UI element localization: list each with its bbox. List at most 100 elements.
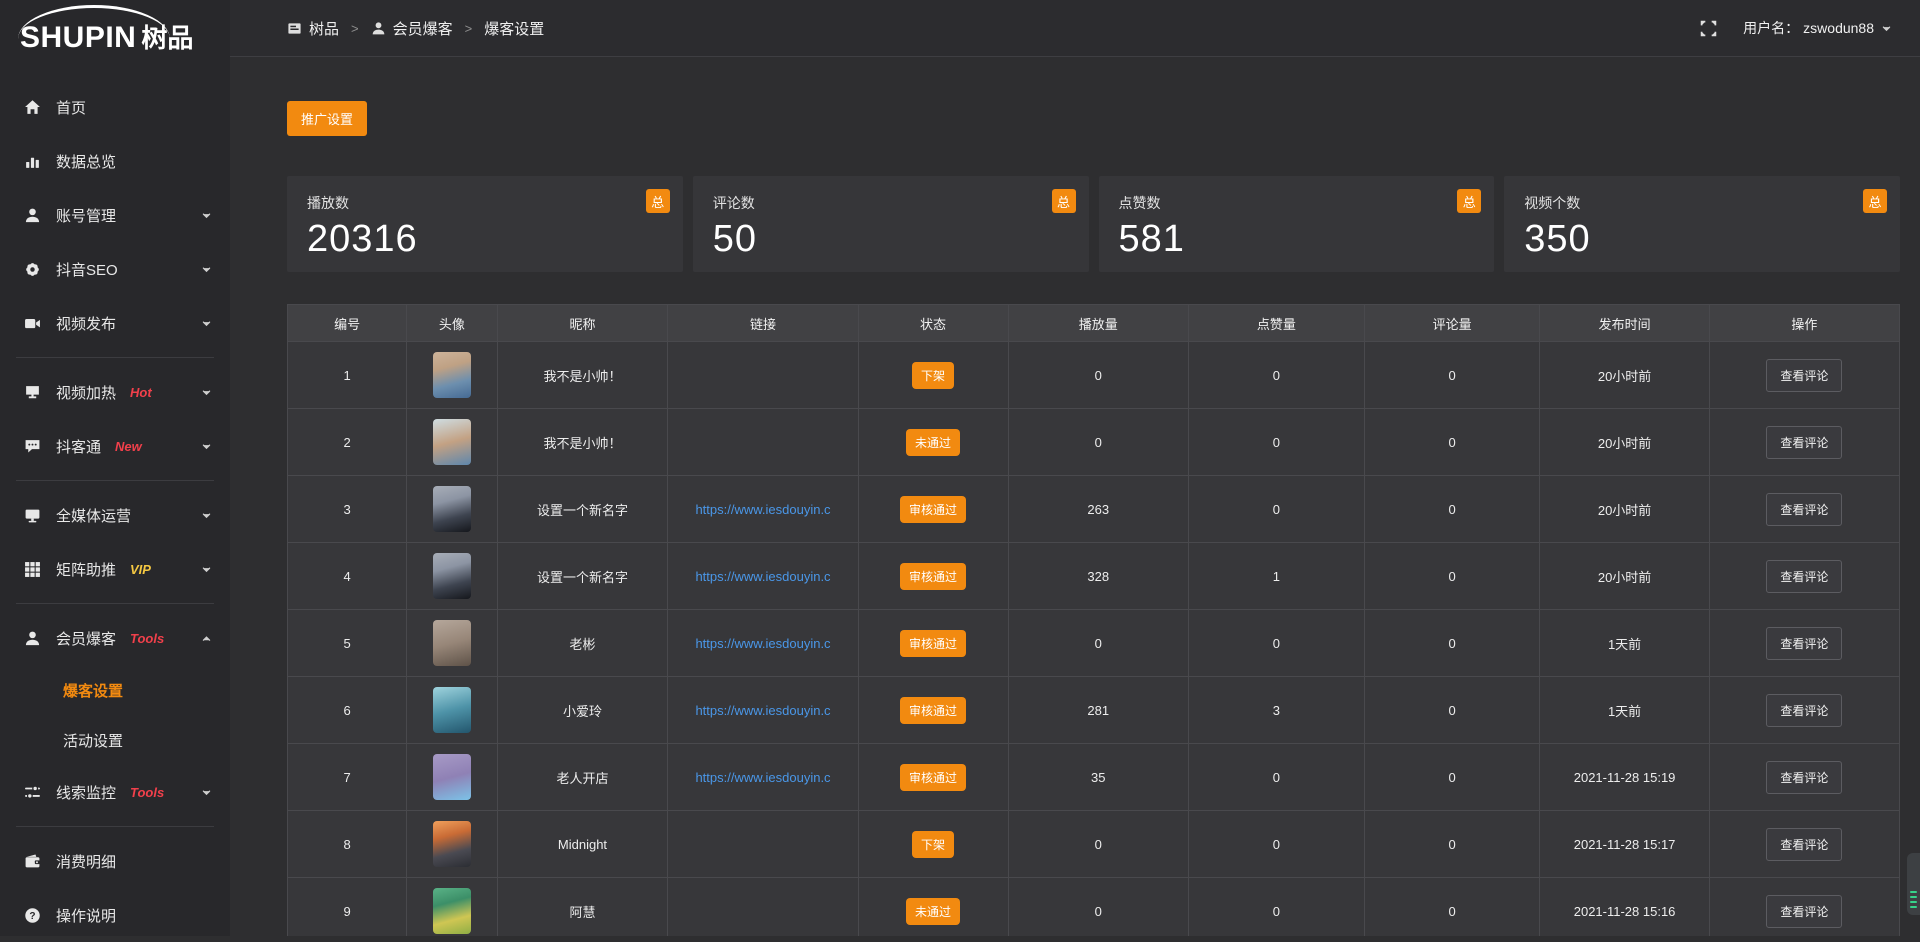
stat-cards: 播放数 20316 总 评论数 50 总 点赞数 581 总 视频个数 350 …	[287, 176, 1900, 272]
sidebar-item-9[interactable]: 全媒体运营	[0, 488, 230, 542]
cell-action: 查看评论	[1709, 610, 1899, 677]
video-link[interactable]: https://www.iesdouyin.c	[695, 770, 830, 785]
floating-widget[interactable]	[1907, 853, 1920, 915]
cell-comments: 0	[1364, 409, 1540, 476]
video-link[interactable]: https://www.iesdouyin.c	[695, 636, 830, 651]
cell-nickname: 我不是小帅！	[497, 409, 668, 476]
sidebar-item-label: 消费明细	[56, 851, 116, 872]
cell-status: 审核通过	[858, 476, 1008, 543]
cell-action: 查看评论	[1709, 677, 1899, 744]
cell-publish-time: 1天前	[1540, 610, 1709, 677]
view-comments-button[interactable]: 查看评论	[1766, 359, 1842, 392]
svg-text:?: ?	[29, 910, 35, 921]
cell-link: https://www.iesdouyin.c	[668, 744, 858, 811]
username: zswodun88	[1803, 20, 1874, 36]
status-badge: 未通过	[906, 898, 960, 925]
cell-publish-time: 20小时前	[1540, 476, 1709, 543]
chevron-down-icon	[201, 318, 212, 329]
cell-plays: 0	[1008, 878, 1189, 937]
sidebar-item-6[interactable]: 视频加热 Hot	[0, 365, 230, 419]
breadcrumb-item-0[interactable]: 树品	[287, 18, 339, 39]
view-comments-button[interactable]: 查看评论	[1766, 560, 1842, 593]
sidebar-item-18[interactable]: ? 操作说明	[0, 888, 230, 942]
avatar	[433, 486, 471, 532]
home-icon	[24, 99, 41, 116]
sidebar-item-7[interactable]: 抖客通 New	[0, 419, 230, 473]
column-header: 昵称	[497, 305, 668, 342]
avatar	[433, 419, 471, 465]
sidebar-subitem-label: 活动设置	[63, 730, 123, 751]
chevron-down-icon	[201, 387, 212, 398]
sidebar-item-15[interactable]: 线索监控 Tools	[0, 765, 230, 819]
cell-action: 查看评论	[1709, 744, 1899, 811]
stat-card-value: 350	[1524, 218, 1880, 261]
column-header: 点赞量	[1189, 305, 1365, 342]
stat-card-1: 评论数 50 总	[693, 176, 1089, 272]
cell-plays: 0	[1008, 811, 1189, 878]
cell-nickname: 设置一个新名字	[497, 476, 668, 543]
column-header: 发布时间	[1540, 305, 1709, 342]
sidebar-item-17[interactable]: 消费明细	[0, 834, 230, 888]
fullscreen-icon[interactable]	[1700, 20, 1717, 37]
promo-settings-button[interactable]: 推广设置	[287, 101, 367, 136]
sidebar-subitem-13[interactable]: 爆客设置	[0, 665, 230, 715]
table-row-7: 7 老人开店 https://www.iesdouyin.c 审核通过 35 0…	[288, 744, 1900, 811]
video-link[interactable]: https://www.iesdouyin.c	[695, 569, 830, 584]
cell-link	[668, 342, 858, 409]
view-comments-button[interactable]: 查看评论	[1766, 493, 1842, 526]
table-header-row: 编号头像昵称链接状态播放量点赞量评论量发布时间操作	[288, 305, 1900, 342]
sidebar-item-4[interactable]: 视频发布	[0, 296, 230, 350]
video-link[interactable]: https://www.iesdouyin.c	[695, 502, 830, 517]
cell-action: 查看评论	[1709, 811, 1899, 878]
breadcrumb-label: 爆客设置	[484, 18, 544, 39]
cell-avatar	[407, 476, 497, 543]
stat-card-total-badge: 总	[1052, 189, 1076, 213]
cell-comments: 0	[1364, 610, 1540, 677]
column-header: 播放量	[1008, 305, 1189, 342]
cell-avatar	[407, 409, 497, 476]
sidebar-item-2[interactable]: 账号管理	[0, 188, 230, 242]
member-icon	[371, 21, 386, 36]
avatar	[433, 754, 471, 800]
view-comments-button[interactable]: 查看评论	[1766, 426, 1842, 459]
sidebar-item-label: 线索监控	[56, 782, 116, 803]
logo-arc-decoration	[18, 5, 170, 42]
sidebar-subitem-14[interactable]: 活动设置	[0, 715, 230, 765]
view-comments-button[interactable]: 查看评论	[1766, 761, 1842, 794]
video-link[interactable]: https://www.iesdouyin.c	[695, 703, 830, 718]
view-comments-button[interactable]: 查看评论	[1766, 627, 1842, 660]
status-badge: 审核通过	[900, 563, 966, 590]
cell-publish-time: 2021-11-28 15:17	[1540, 811, 1709, 878]
avatar	[433, 687, 471, 733]
sidebar-divider	[16, 603, 214, 604]
cell-comments: 0	[1364, 744, 1540, 811]
avatar	[433, 620, 471, 666]
view-comments-button[interactable]: 查看评论	[1766, 895, 1842, 928]
sidebar-item-label: 矩阵助推	[56, 559, 116, 580]
sidebar-nav: 首页 数据总览 账号管理 抖音SEO 视频发布 视频加热 Hot 抖客通 New…	[0, 80, 230, 942]
cell-number: 9	[288, 878, 407, 937]
cell-plays: 328	[1008, 543, 1189, 610]
chevron-down-icon	[201, 210, 212, 221]
header-right: 用户名： zswodun88	[1700, 18, 1892, 38]
sidebar-item-10[interactable]: 矩阵助推 VIP	[0, 542, 230, 596]
cell-number: 2	[288, 409, 407, 476]
cell-comments: 0	[1364, 543, 1540, 610]
breadcrumb-item-1[interactable]: 会员爆客	[371, 18, 453, 39]
cell-avatar	[407, 744, 497, 811]
cell-status: 未通过	[858, 878, 1008, 937]
sidebar-item-badge: Tools	[130, 631, 164, 646]
sidebar-item-12[interactable]: 会员爆客 Tools	[0, 611, 230, 665]
view-comments-button[interactable]: 查看评论	[1766, 828, 1842, 861]
cell-plays: 0	[1008, 409, 1189, 476]
view-comments-button[interactable]: 查看评论	[1766, 694, 1842, 727]
app-logo[interactable]: SHUPIN树品	[0, 0, 230, 70]
sidebar-item-3[interactable]: 抖音SEO	[0, 242, 230, 296]
user-menu[interactable]: 用户名： zswodun88	[1743, 18, 1892, 38]
breadcrumb-separator: >	[465, 21, 473, 36]
cell-nickname: 设置一个新名字	[497, 543, 668, 610]
sidebar-item-0[interactable]: 首页	[0, 80, 230, 134]
sidebar-item-1[interactable]: 数据总览	[0, 134, 230, 188]
cell-avatar	[407, 543, 497, 610]
cell-number: 5	[288, 610, 407, 677]
